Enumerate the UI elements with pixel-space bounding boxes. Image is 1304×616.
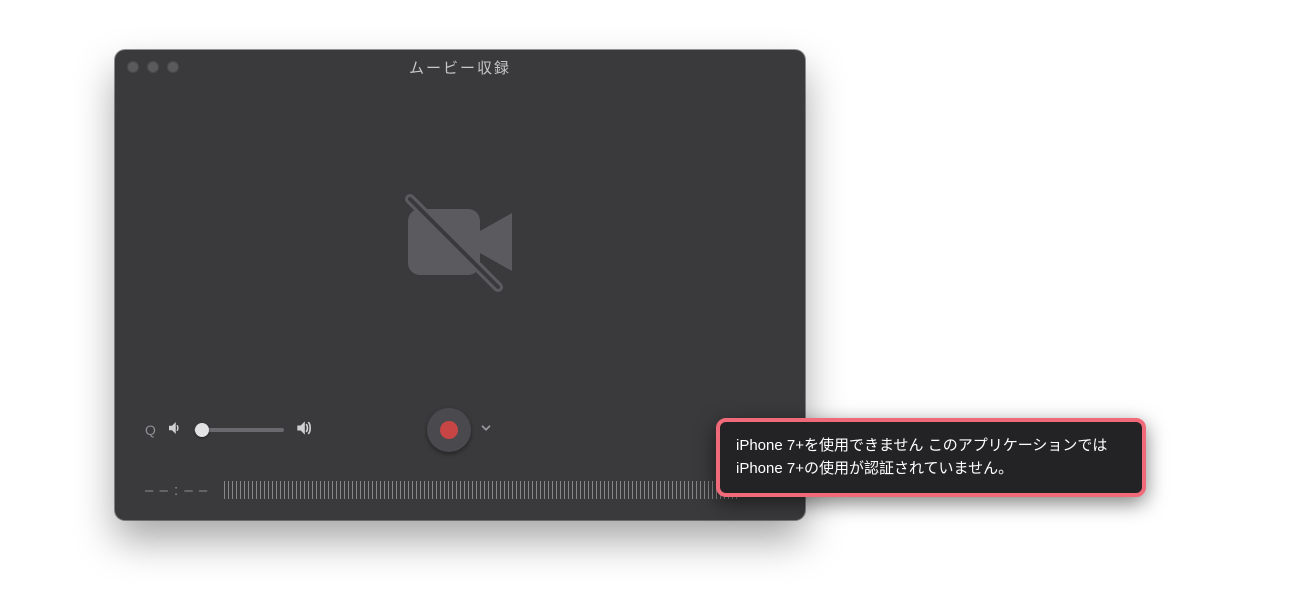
record-options-dropdown[interactable] [479, 421, 493, 440]
camera-off-icon [390, 187, 530, 297]
window-controls [127, 50, 179, 84]
control-bar: Q [115, 400, 805, 460]
volume-high-icon [294, 418, 314, 443]
video-preview-area [115, 84, 805, 400]
window-titlebar: ムービー収録 [115, 50, 805, 84]
footer-bar: – – : – – 0 K [115, 460, 805, 520]
record-indicator-icon [440, 421, 458, 439]
audio-level-meter [224, 481, 739, 499]
close-window-button[interactable] [127, 61, 139, 73]
volume-slider[interactable] [194, 428, 284, 432]
record-button[interactable] [427, 408, 471, 452]
warning-tooltip: iPhone 7+を使用できません このアプリケーションではiPhone 7+の… [716, 418, 1146, 497]
elapsed-time-display: – – : – – [145, 482, 208, 499]
warning-tooltip-text: iPhone 7+を使用できません このアプリケーションではiPhone 7+の… [736, 437, 1107, 477]
volume-slider-thumb[interactable] [195, 423, 209, 437]
leading-label: Q [145, 422, 156, 438]
volume-control [166, 418, 314, 443]
zoom-window-button[interactable] [167, 61, 179, 73]
movie-recording-window: ムービー収録 Q [115, 50, 805, 520]
window-title: ムービー収録 [115, 57, 805, 78]
minimize-window-button[interactable] [147, 61, 159, 73]
volume-low-icon [166, 419, 184, 442]
